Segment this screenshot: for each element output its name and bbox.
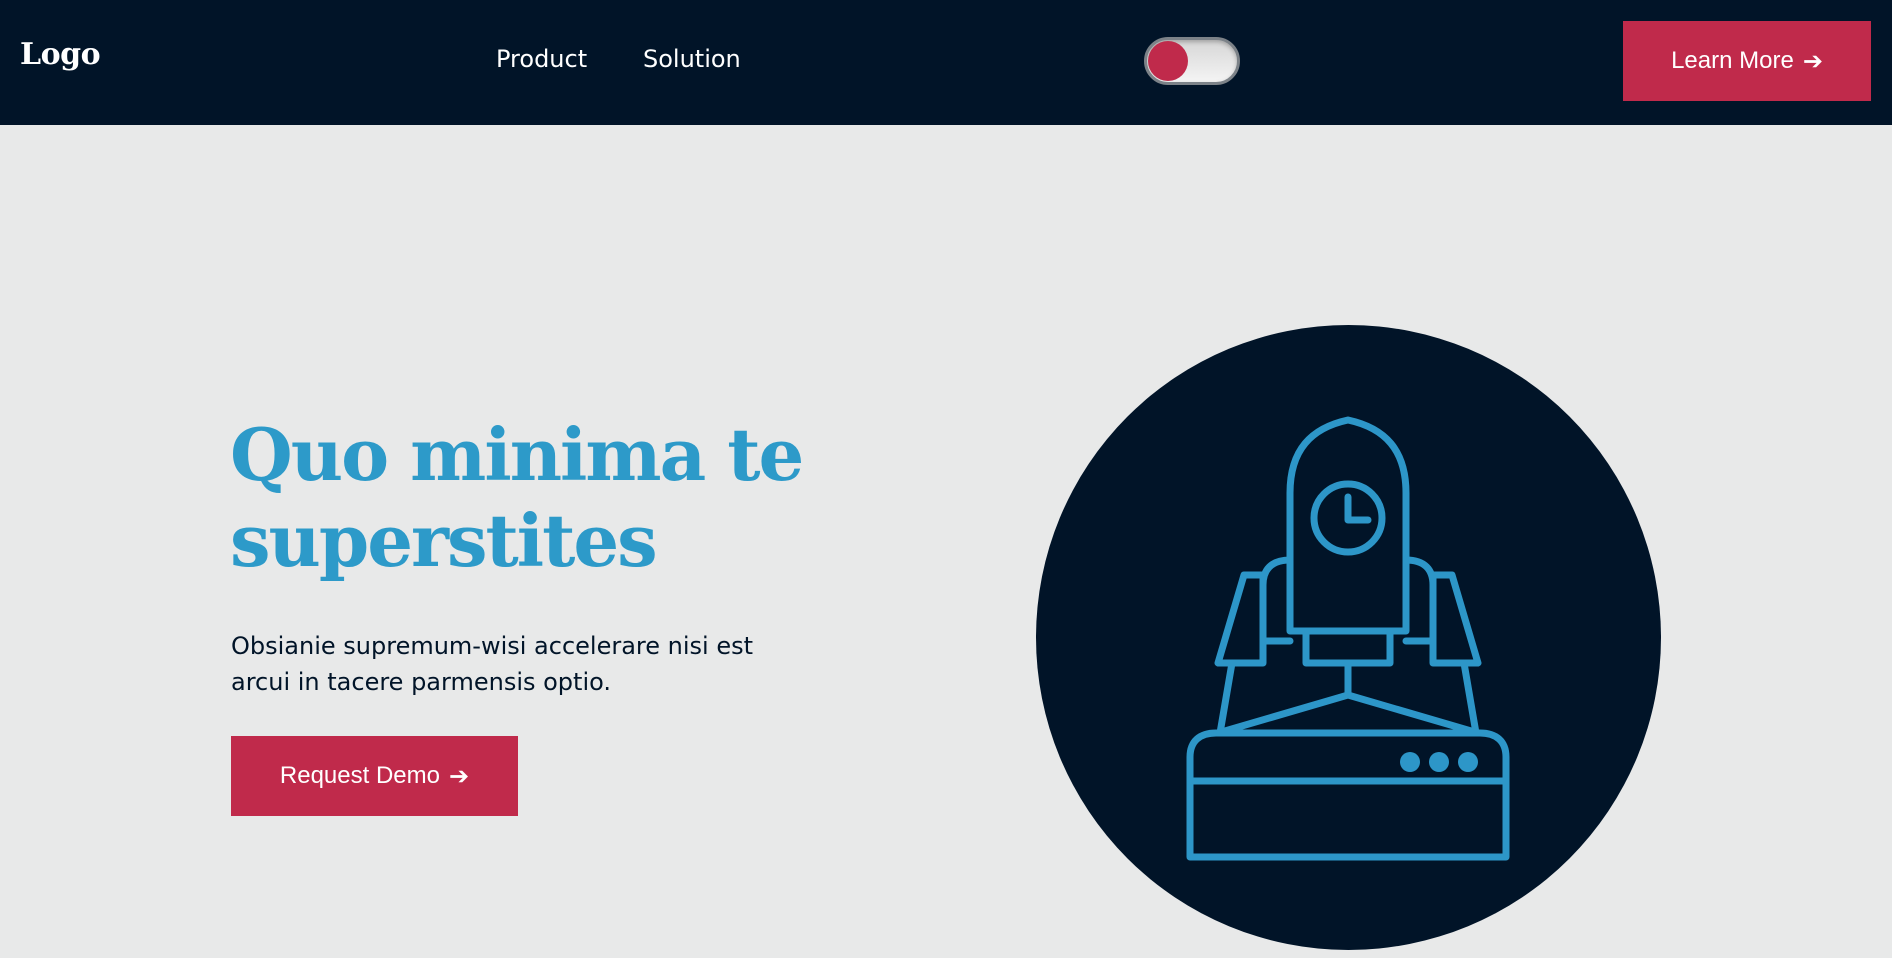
nav-link-product[interactable]: Product <box>496 47 587 71</box>
rocket-launch-icon <box>1186 416 1510 861</box>
nav-link-solution[interactable]: Solution <box>643 47 741 71</box>
logo[interactable]: Logo <box>20 40 101 70</box>
top-navigation-bar: Logo Product Solution Learn More ➔ <box>0 0 1892 125</box>
learn-more-button[interactable]: Learn More ➔ <box>1623 21 1871 101</box>
hero-illustration-circle <box>1036 325 1661 950</box>
hero-title: Quo minima te superstites <box>230 412 804 583</box>
theme-toggle-switch[interactable] <box>1144 37 1240 85</box>
arrow-right-icon: ➔ <box>1802 47 1823 75</box>
arrow-right-icon: ➔ <box>448 762 470 790</box>
learn-more-label: Learn More <box>1671 47 1794 74</box>
request-demo-button[interactable]: Request Demo ➔ <box>231 736 518 816</box>
toggle-knob <box>1148 41 1188 81</box>
hero-description: Obsianie supremum-wisi accelerare nisi e… <box>231 632 754 696</box>
request-demo-label: Request Demo <box>279 762 440 789</box>
